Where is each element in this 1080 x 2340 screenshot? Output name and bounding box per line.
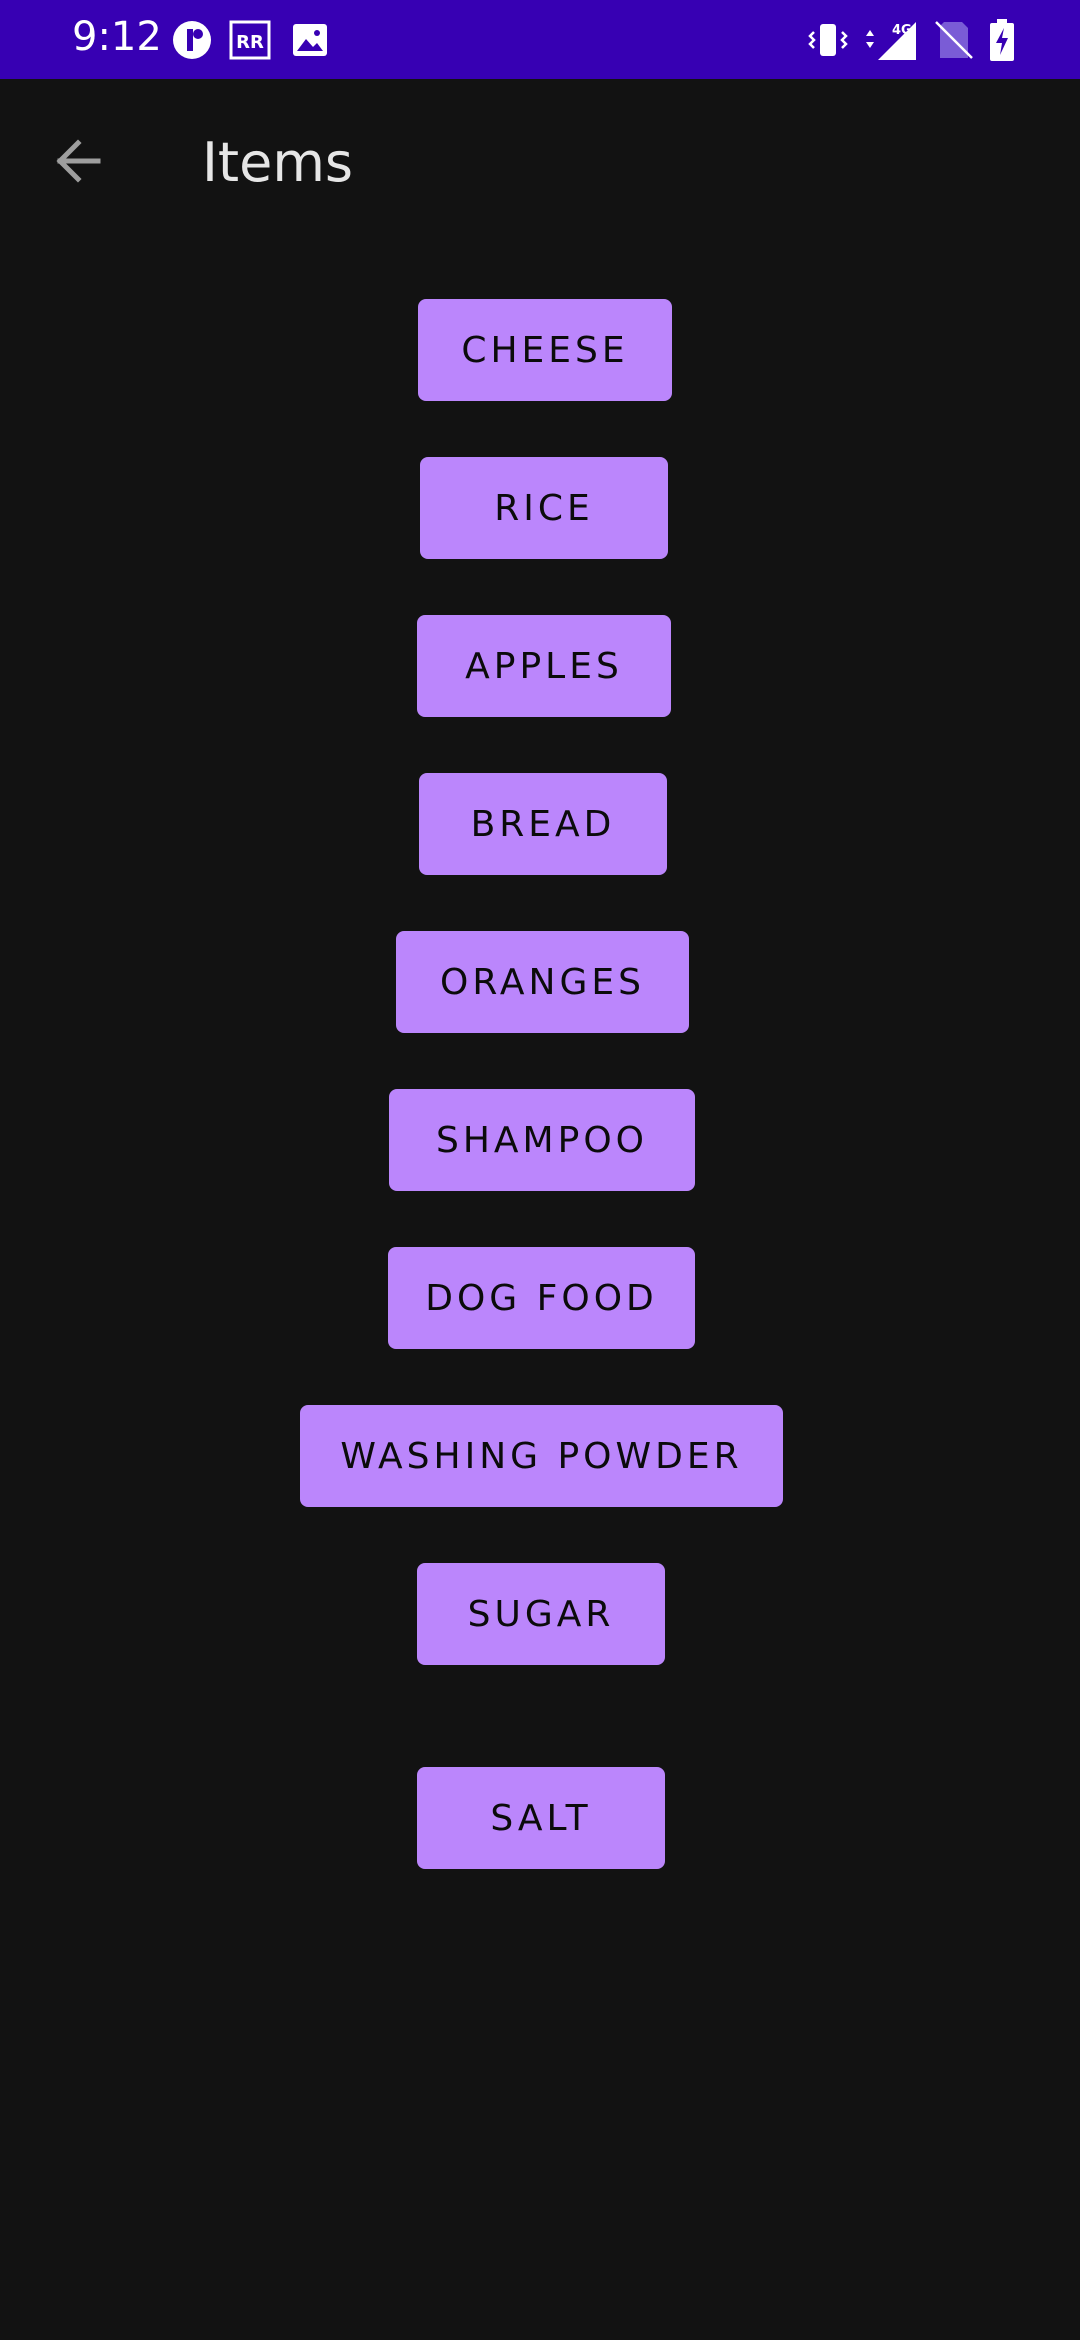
item-button-oranges[interactable]: ORANGES xyxy=(396,931,689,1033)
battery-charging-icon xyxy=(988,18,1016,62)
svg-text:4G: 4G xyxy=(892,23,912,38)
app-bar: Items xyxy=(0,79,1080,244)
status-bar: 9:12 RR 4G xyxy=(0,0,1080,79)
item-button-apples[interactable]: APPLES xyxy=(417,615,671,717)
4g-signal-icon: 4G xyxy=(860,18,922,62)
app-notification-icon xyxy=(170,18,214,62)
screen: 9:12 RR 4G Items CHEESE RICE APPLES BREA… xyxy=(0,0,1080,2340)
status-time: 9:12 xyxy=(72,14,162,60)
arrow-back-icon xyxy=(52,135,104,187)
item-button-cheese[interactable]: CHEESE xyxy=(418,299,672,401)
page-title: Items xyxy=(202,131,354,194)
item-button-washing-powder[interactable]: WASHING POWDER xyxy=(300,1405,783,1507)
item-button-rice[interactable]: RICE xyxy=(420,457,668,559)
item-button-bread[interactable]: BREAD xyxy=(419,773,667,875)
item-button-salt[interactable]: SALT xyxy=(417,1767,665,1869)
vibrate-icon xyxy=(806,18,850,62)
item-button-shampoo[interactable]: SHAMPOO xyxy=(389,1089,695,1191)
item-button-dog-food[interactable]: DOG FOOD xyxy=(388,1247,695,1349)
no-sim-icon xyxy=(932,18,976,62)
back-button[interactable] xyxy=(38,121,118,201)
item-button-sugar[interactable]: SUGAR xyxy=(417,1563,665,1665)
svg-text:RR: RR xyxy=(236,32,264,53)
rr-icon: RR xyxy=(228,18,272,62)
image-icon xyxy=(288,18,332,62)
